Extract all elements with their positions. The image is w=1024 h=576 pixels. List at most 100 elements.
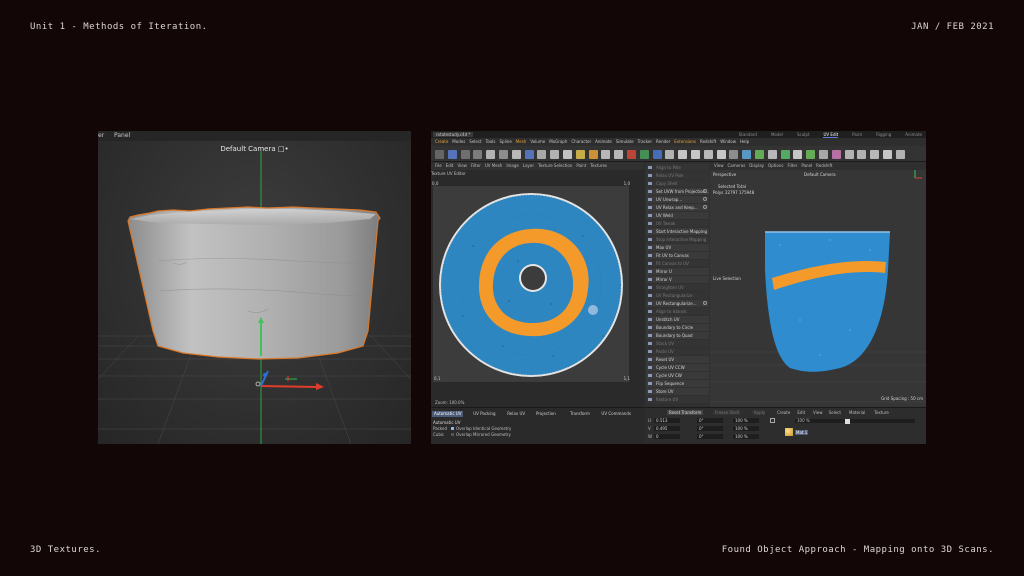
toolbar-tool-icon[interactable] xyxy=(844,150,854,159)
material-swatch[interactable] xyxy=(785,428,793,436)
viewport-menu-redshift[interactable]: Redshift xyxy=(816,162,832,170)
toolbar-tool-icon[interactable] xyxy=(678,150,688,159)
transform-button-freeze-shell[interactable]: Freeze Shell xyxy=(713,410,742,415)
menu-item-tools[interactable]: Tools xyxy=(486,138,496,146)
uv-command-fit-canvas-to-uv[interactable]: Fit Canvas to UV xyxy=(646,260,709,267)
transform-button-reset-transform[interactable]: Reset Transform xyxy=(667,410,704,415)
uv-command-align-to-islands[interactable]: Align to Islands xyxy=(646,308,709,315)
paint-bucket-icon[interactable] xyxy=(845,419,850,424)
layout-tab-animate[interactable]: Animate xyxy=(905,132,922,137)
auto-uv-option-packed[interactable]: Packed xyxy=(433,426,447,431)
toolbar-tool-icon[interactable] xyxy=(639,150,649,159)
gear-icon[interactable] xyxy=(703,301,707,305)
scan-mesh-uv[interactable] xyxy=(765,232,890,372)
uv-command-unstitch-uv[interactable]: Unstitch UV xyxy=(646,316,709,323)
viewport-camera-label[interactable]: Default Camera xyxy=(804,172,836,177)
material-menu-view[interactable]: View xyxy=(813,410,823,415)
toolbar-tool-icon[interactable] xyxy=(691,150,700,159)
viewport-menu-cameras[interactable]: Cameras xyxy=(728,162,746,170)
toolbar-tool-icon[interactable] xyxy=(652,150,662,159)
uv-canvas[interactable]: 0,0 1,0 0,1 1,1 xyxy=(432,181,630,382)
perspective-viewport[interactable]: View Cameras Display Options Filter Panel Reds… xyxy=(710,162,926,407)
menu-item-window[interactable]: Window xyxy=(720,138,736,146)
uv-command-cycle-uv-ccw[interactable]: Cycle UV CCW xyxy=(646,364,709,371)
toolbar-tool-icon[interactable] xyxy=(703,150,713,159)
toolbar-tool-icon[interactable] xyxy=(473,150,483,159)
gizmo-x-axis[interactable] xyxy=(260,385,319,388)
toolbar-tool-icon[interactable] xyxy=(499,150,508,159)
toolbar-tool-icon[interactable] xyxy=(806,150,816,159)
uv-tab-transform[interactable]: Transform xyxy=(568,411,592,417)
menu-item-simulate[interactable]: Simulate xyxy=(616,138,634,146)
transform-field[interactable]: 0° xyxy=(697,434,723,439)
toolbar-tool-icon[interactable] xyxy=(665,150,675,159)
uv-command-store-uv[interactable]: Store UV xyxy=(646,388,709,395)
toolbar-tool-icon[interactable] xyxy=(729,150,739,159)
toolbar-tool-icon[interactable] xyxy=(883,150,892,159)
uv-menu-paint[interactable]: Paint xyxy=(576,162,586,170)
material-menu-create[interactable]: Create xyxy=(777,410,790,415)
uv-command-relax-uv-pole[interactable]: Relax UV Pole xyxy=(646,172,709,179)
camera-lock-icon[interactable]: □• xyxy=(278,145,289,153)
menu-item-er[interactable]: er xyxy=(98,132,104,139)
uv-command-uv-unwrap[interactable]: UV Unwrap... xyxy=(646,196,709,203)
uv-command-stop-interactive-mapping[interactable]: Stop Interactive Mapping xyxy=(646,236,709,243)
uv-command-set-uvw-from-projection[interactable]: Set UVW from Projection... xyxy=(646,188,709,195)
toolbar-tool-icon[interactable] xyxy=(588,150,598,159)
toolbar-tool-icon[interactable] xyxy=(767,150,777,159)
uv-command-uv-rectangularize[interactable]: UV Rectangularize xyxy=(646,292,709,299)
layout-tab-model[interactable]: Model xyxy=(771,132,783,137)
toolbar-tool-icon[interactable] xyxy=(627,150,636,159)
uv-menu-edit[interactable]: Edit xyxy=(446,162,454,170)
scan-mesh[interactable] xyxy=(127,206,381,360)
toolbar-tool-icon[interactable] xyxy=(601,150,611,159)
brush-icon[interactable] xyxy=(770,418,775,423)
uv-command-copy-shell[interactable]: Copy Shell xyxy=(646,180,709,187)
uv-menu-texture-selection[interactable]: Texture Selection xyxy=(538,162,572,170)
layout-tab-paint[interactable]: Paint xyxy=(852,132,862,137)
overlap-mirrored-checkbox[interactable]: Overlap Mirrored Geometry xyxy=(451,432,511,437)
toolbar-tool-icon[interactable] xyxy=(524,150,534,159)
toolbar-tool-icon[interactable] xyxy=(870,150,880,159)
material-menu-edit[interactable]: Edit xyxy=(797,410,805,415)
transform-field[interactable]: 0.513 xyxy=(654,418,680,423)
transform-field[interactable]: 100 % xyxy=(733,426,759,431)
uv-command-flip-sequence[interactable]: Flip Sequence xyxy=(646,380,709,387)
viewport-menu-panel[interactable]: Panel xyxy=(801,162,812,170)
uv-menu-layer[interactable]: Layer xyxy=(523,162,534,170)
toolbar-tool-icon[interactable] xyxy=(550,150,560,159)
menu-item-volume[interactable]: Volume xyxy=(530,138,545,146)
uv-command-paste-uv[interactable]: Paste UV xyxy=(646,348,709,355)
uv-command-boundary-to-quad[interactable]: Boundary to Quad xyxy=(646,332,709,339)
layout-tab-sculpt[interactable]: Sculpt xyxy=(797,132,810,137)
viewport-render[interactable] xyxy=(710,170,926,407)
uv-menu-view[interactable]: View xyxy=(457,162,467,170)
transform-field[interactable]: 0° xyxy=(697,426,723,431)
viewport-menu-filter[interactable]: Filter xyxy=(787,162,797,170)
menu-item-tracker[interactable]: Tracker xyxy=(638,138,652,146)
toolbar-tool-icon[interactable] xyxy=(486,150,496,159)
uv-command-stack-uv[interactable]: Stack UV xyxy=(646,340,709,347)
menu-item-spline[interactable]: Spline xyxy=(499,138,511,146)
toolbar-tool-icon[interactable] xyxy=(511,150,521,159)
menu-item-panel[interactable]: Panel xyxy=(114,132,130,139)
uv-tab-uv-commands[interactable]: UV Commands xyxy=(599,411,633,417)
transform-field[interactable]: 100 % xyxy=(733,434,759,439)
uv-command-uv-relax-and-keep[interactable]: UV Relax and Keep... xyxy=(646,204,709,211)
uv-menu-uv-mesh[interactable]: UV Mesh xyxy=(485,162,502,170)
menu-item-redshift[interactable]: Redshift xyxy=(700,138,716,146)
uv-tab-uv-packing[interactable]: UV Packing xyxy=(471,411,497,417)
toolbar-tool-icon[interactable] xyxy=(755,150,764,159)
file-tab[interactable]: rotatestudy.c4d * xyxy=(433,132,474,137)
toolbar-tool-icon[interactable] xyxy=(537,150,547,159)
menu-item-animate[interactable]: Animate xyxy=(595,138,612,146)
layout-tab-rigging[interactable]: Rigging xyxy=(876,132,891,137)
auto-uv-option-cubic[interactable]: Cubic xyxy=(433,432,444,437)
transform-field[interactable]: 0 xyxy=(654,434,680,439)
uv-command-uv-tweak[interactable]: UV Tweak xyxy=(646,220,709,227)
uv-command-align-to-pole[interactable]: Align to Pole xyxy=(646,164,709,171)
uv-command-boundary-to-circle[interactable]: Boundary to Circle xyxy=(646,324,709,331)
gear-icon[interactable] xyxy=(703,197,707,201)
overlap-identical-checkbox[interactable]: Overlap Identical Geometry xyxy=(451,426,511,431)
toolbar-tool-icon[interactable] xyxy=(780,150,790,159)
